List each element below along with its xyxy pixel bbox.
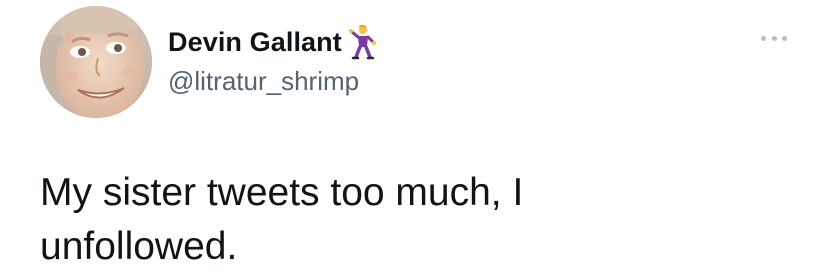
avatar[interactable] <box>40 6 152 118</box>
display-name[interactable]: Devin Gallant <box>168 27 342 58</box>
author-name-row[interactable]: Devin Gallant <box>168 24 376 60</box>
tweet-card[interactable]: Devin Gallant @litratur_shrimp My sister… <box>0 0 827 275</box>
more-options-icon[interactable] <box>758 28 790 48</box>
tweet-text-line-1: My sister tweets too much, I <box>40 171 524 214</box>
tweet-text-line-2: unfollowed. <box>40 225 238 268</box>
avatar-image <box>40 6 152 118</box>
more-dot <box>771 35 777 41</box>
more-dot <box>782 35 787 41</box>
dancing-man-emoji-icon <box>348 24 376 60</box>
more-dot <box>761 35 766 41</box>
author-handle[interactable]: @litratur_shrimp <box>168 66 359 97</box>
tweet-text: My sister tweets too much, I unfollowed. <box>40 166 800 274</box>
